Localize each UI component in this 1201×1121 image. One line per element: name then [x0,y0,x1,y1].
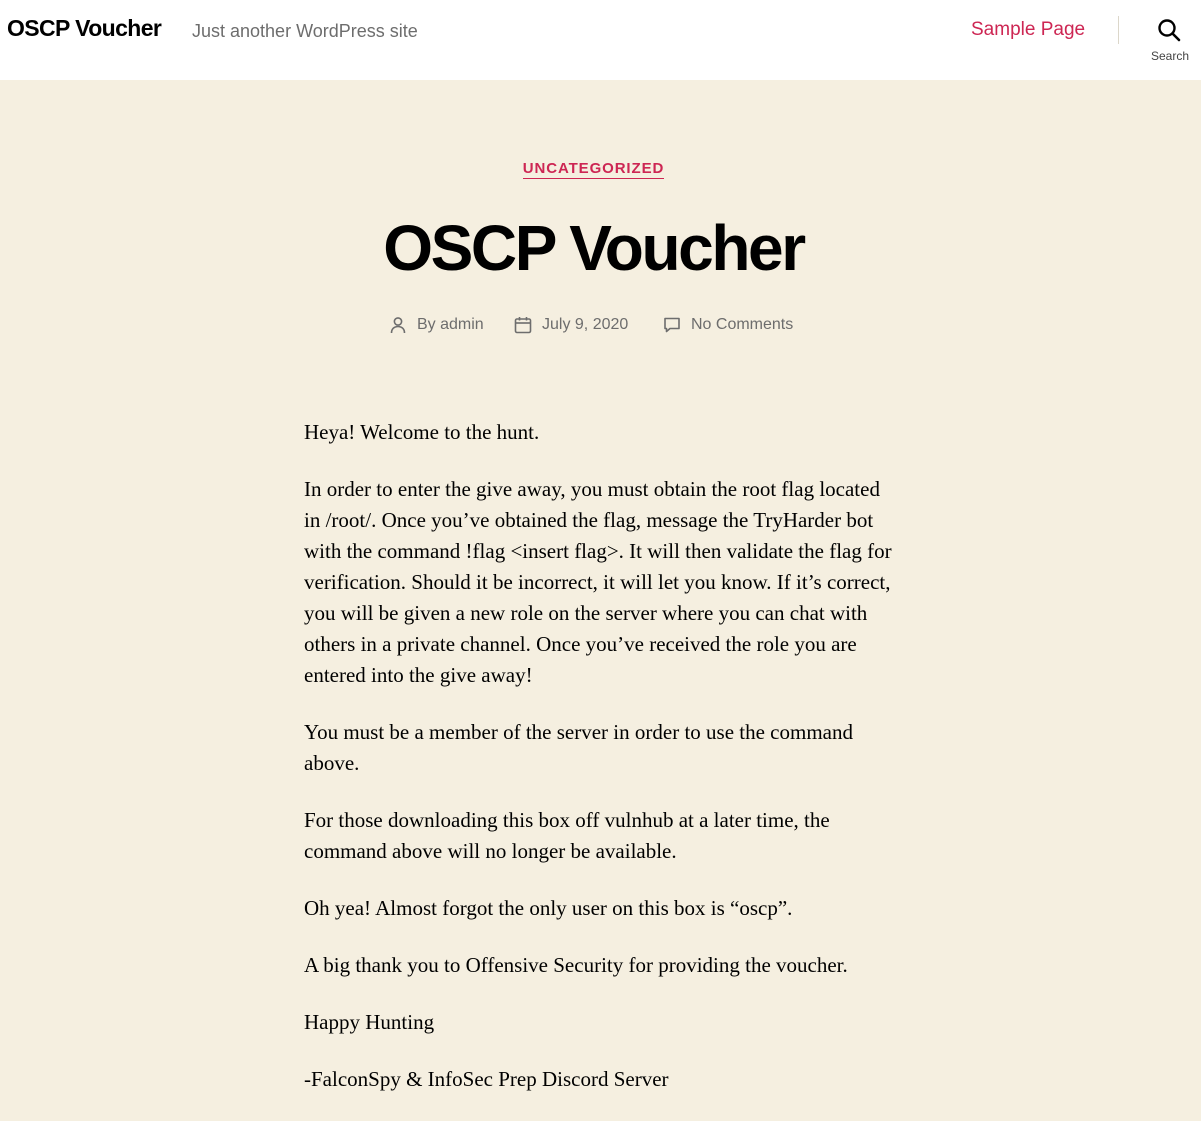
site-description: Just another WordPress site [192,21,418,41]
nav-item-sample-page[interactable]: Sample Page [971,19,1085,41]
post-paragraph: A big thank you to Offensive Security fo… [304,953,848,977]
entry-categories: UNCATEGORIZED [0,160,1201,179]
user-icon [390,317,406,334]
site-header: OSCP Voucher Just another WordPress site… [0,0,1201,80]
search-label: Search [1150,49,1190,63]
author-link[interactable]: admin [440,316,484,334]
date-link[interactable]: July 9, 2020 [542,316,628,334]
post-paragraph: You must be a member of the server in or… [304,720,853,775]
header-divider [1118,16,1119,44]
search-icon [1158,19,1181,42]
post-paragraph: Oh yea! Almost forgot the only user on t… [304,896,793,920]
category-link[interactable]: UNCATEGORIZED [522,160,665,179]
author-prefix: By [417,316,436,333]
post-paragraph: For those downloading this box off vulnh… [304,808,830,863]
post-paragraph: In order to enter the give away, you mus… [304,477,892,687]
post-comments: No Comments [663,313,793,337]
site-title-link[interactable]: OSCP Voucher [7,15,162,42]
post-content: Heya! Welcome to the hunt. In order to e… [304,417,894,1121]
post-author: By admin [389,313,484,337]
post-paragraph: -FalconSpy & InfoSec Prep Discord Server [304,1067,669,1091]
post-date: July 9, 2020 [514,313,628,337]
post-title: OSCP Voucher [383,212,806,284]
post-paragraph: Happy Hunting [304,1010,435,1034]
search-toggle-button[interactable]: Search [1140,15,1200,67]
comments-link[interactable]: No Comments [691,316,793,334]
post-paragraph: Heya! Welcome to the hunt. [304,420,540,444]
calendar-icon [514,317,532,334]
comment-icon [664,317,680,333]
